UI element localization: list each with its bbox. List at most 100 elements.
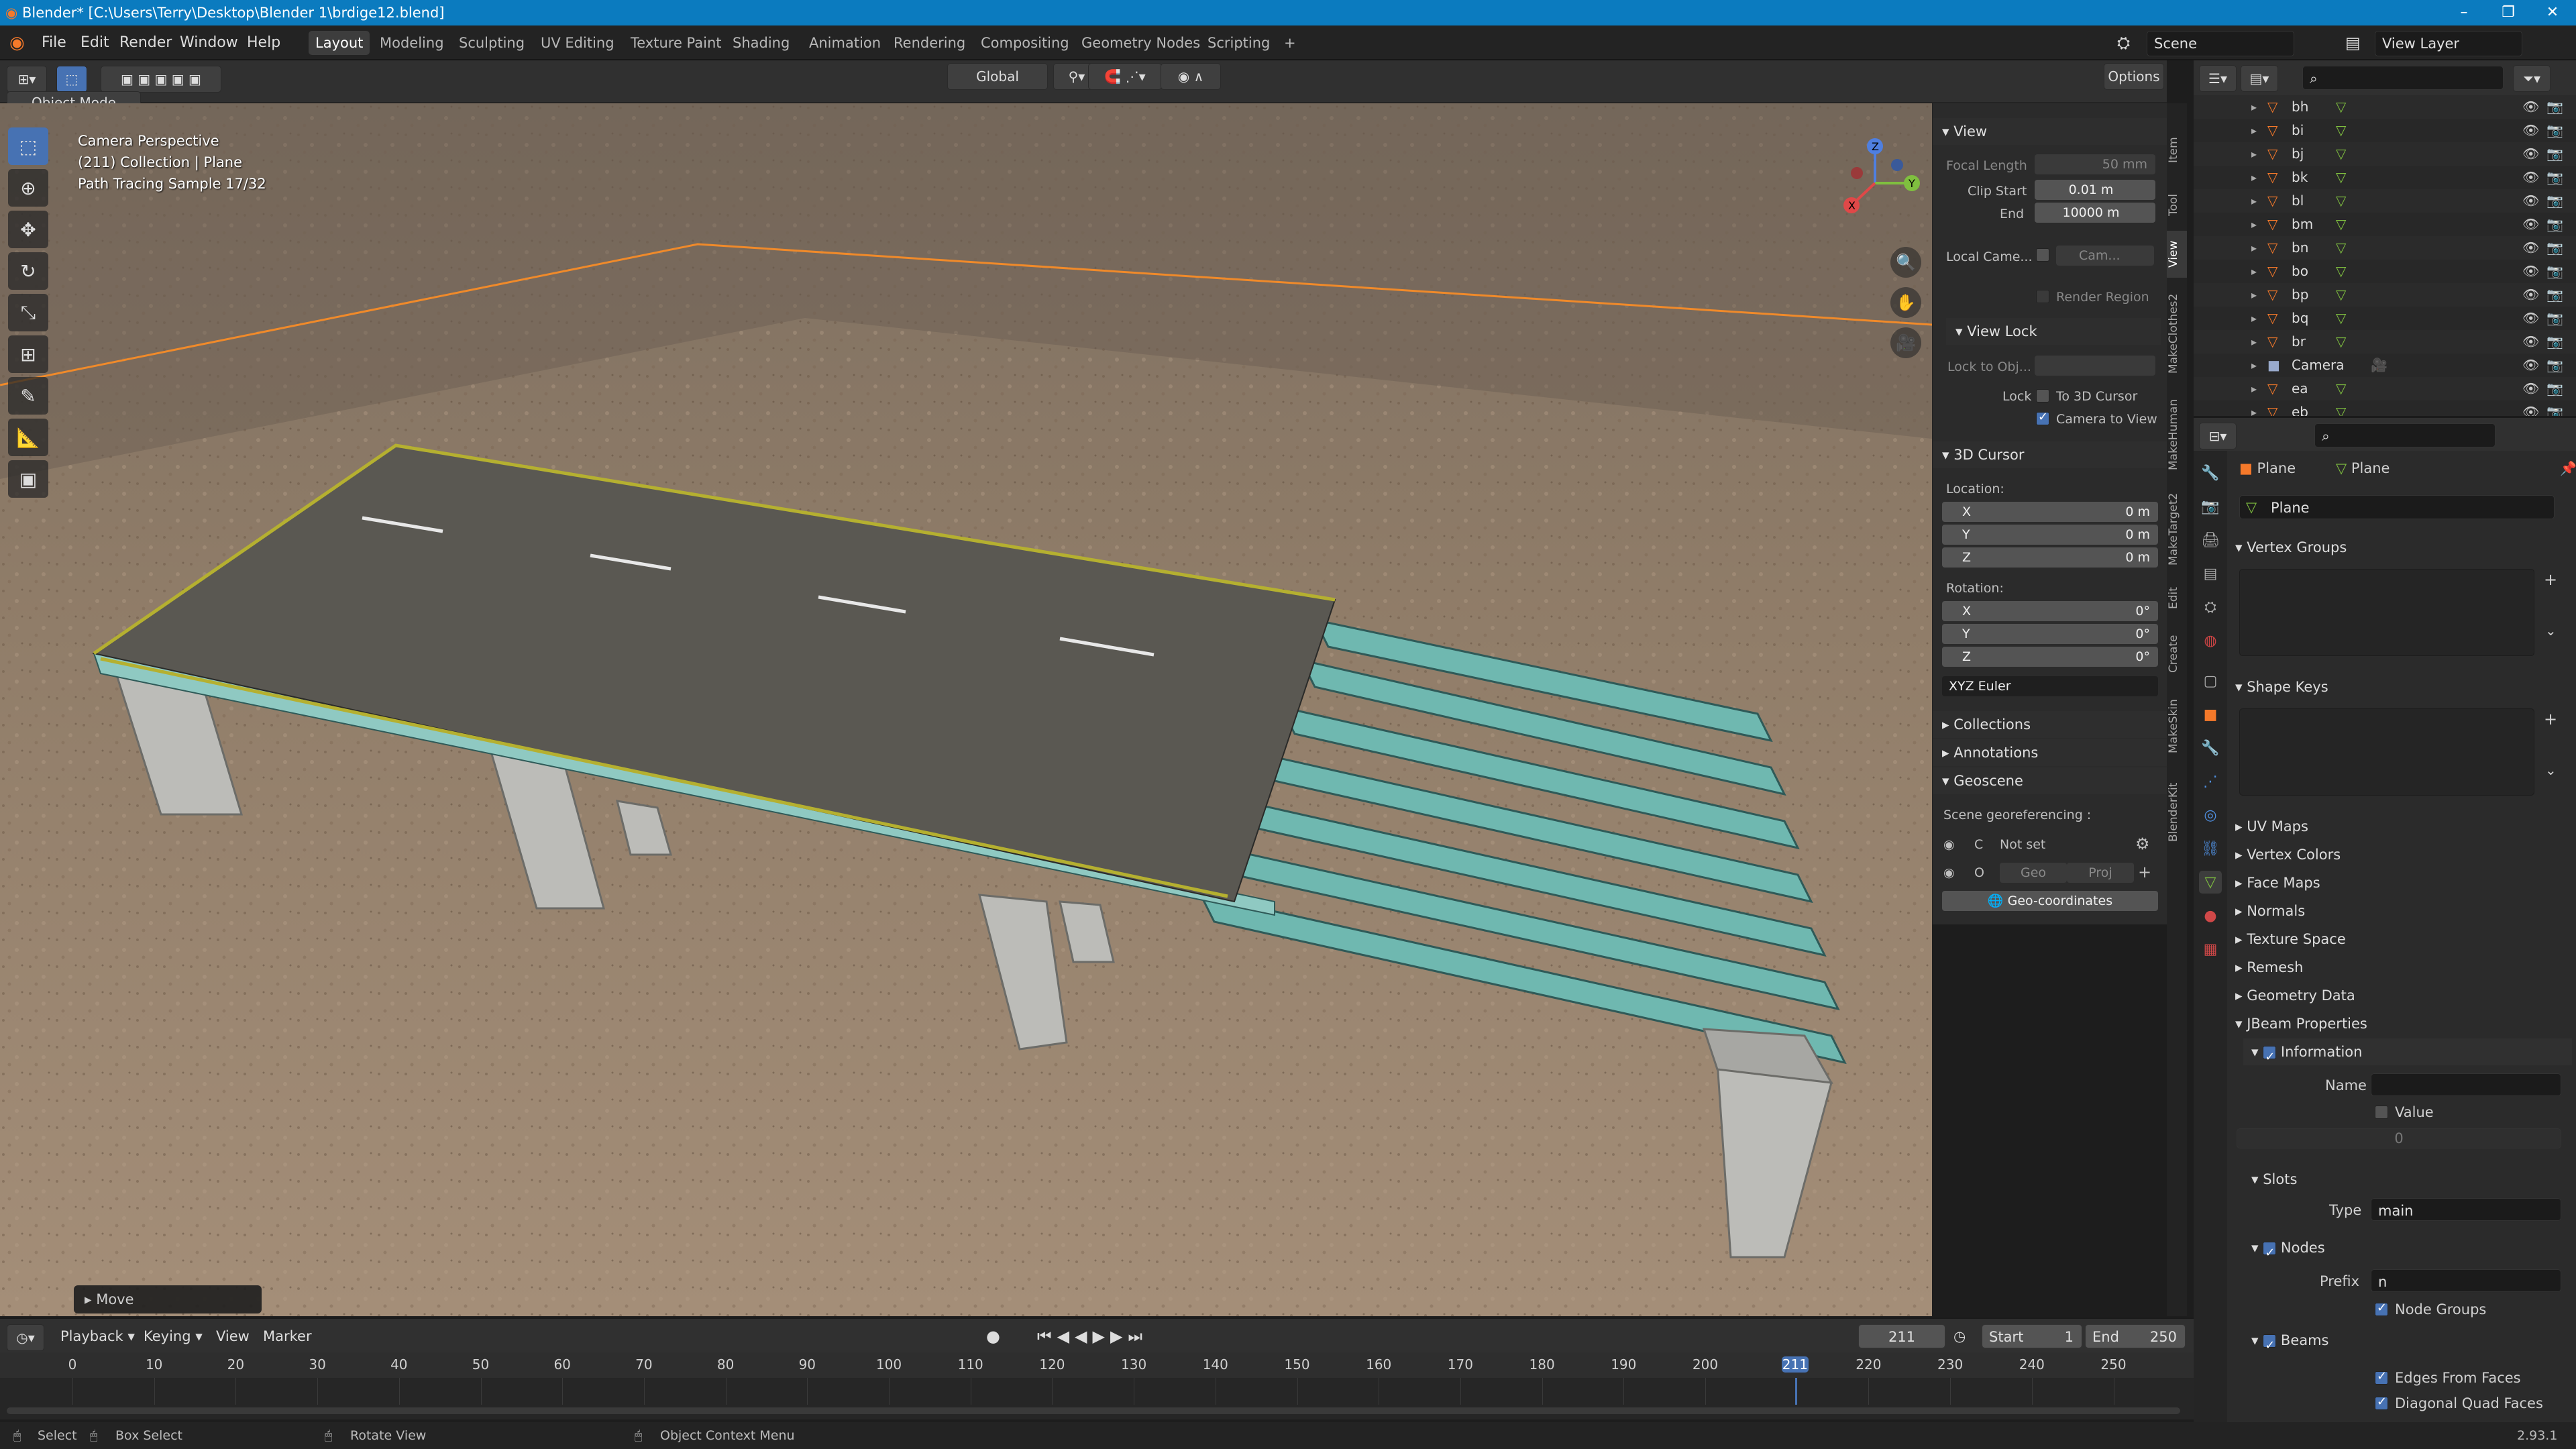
expand-arrow-icon[interactable]: ▸ bbox=[2251, 260, 2257, 283]
expand-arrow-icon[interactable]: ▸ bbox=[2251, 236, 2257, 260]
expand-arrow-icon[interactable]: ▸ bbox=[2251, 189, 2257, 213]
end-frame-field[interactable]: End 250 bbox=[2085, 1324, 2186, 1348]
tab-view[interactable]: View bbox=[2167, 231, 2187, 278]
tab-item[interactable]: Item bbox=[2167, 123, 2187, 177]
menu-file[interactable]: File bbox=[42, 25, 66, 60]
cursor-rotation-z[interactable]: Z 0° bbox=[1942, 647, 2158, 667]
tab-compositing[interactable]: Compositing bbox=[974, 31, 1076, 55]
timeline-ruler[interactable]: 0 10 20 30 40 50 60 70 80 90 100 110 120 130 140 150 160… bbox=[0, 1352, 2194, 1419]
normals-header[interactable]: ▸ Normals bbox=[2227, 898, 2576, 924]
preview-range-icon[interactable]: ◷ bbox=[1953, 1319, 1966, 1356]
expand-arrow-icon[interactable]: ▸ bbox=[2251, 377, 2257, 400]
expand-arrow-icon[interactable]: ▸ bbox=[2251, 166, 2257, 189]
proportional-icon[interactable]: ◉ ∧ bbox=[1161, 63, 1221, 90]
navigation-gizmo[interactable]: Z Y X bbox=[1825, 133, 1925, 233]
rotate-icon[interactable]: ↻ bbox=[8, 252, 48, 290]
visibility-eye-icon[interactable]: 👁 bbox=[2522, 354, 2539, 377]
crs-radio-icon[interactable]: ◉ bbox=[1943, 837, 1955, 852]
visibility-eye-icon[interactable]: 👁 bbox=[2522, 330, 2539, 354]
render-camera-icon[interactable]: 📷 bbox=[2546, 166, 2563, 189]
select-box-icon[interactable]: ⬚ bbox=[8, 127, 48, 165]
zoom-icon[interactable]: 🔍 bbox=[1890, 247, 1921, 278]
add-vertex-group-icon[interactable]: + bbox=[2544, 570, 2557, 589]
outliner-row[interactable]: ▸ ▽ bn ▽ 👁 📷 bbox=[2194, 236, 2576, 260]
mesh-breadcrumb[interactable]: ▽ Plane bbox=[2336, 460, 2390, 476]
vertex-groups-list[interactable] bbox=[2239, 569, 2534, 656]
measure-icon[interactable]: 📐 bbox=[8, 419, 48, 456]
expand-arrow-icon[interactable]: ▸ bbox=[2251, 307, 2257, 330]
render-camera-icon[interactable]: 📷 bbox=[2546, 95, 2563, 119]
uv-maps-header[interactable]: ▸ UV Maps bbox=[2227, 813, 2576, 840]
menu-timeline-view[interactable]: View bbox=[216, 1319, 250, 1356]
visibility-eye-icon[interactable]: 👁 bbox=[2522, 189, 2539, 213]
menu-render[interactable]: Render bbox=[119, 25, 172, 60]
tab-makeclothes2[interactable]: MakeClothes2 bbox=[2167, 283, 2187, 384]
focal-length-field[interactable]: 50 mm bbox=[2035, 154, 2155, 174]
menu-window[interactable]: Window bbox=[180, 25, 238, 60]
rotation-mode-dropdown[interactable]: XYZ Euler bbox=[1942, 676, 2158, 696]
expand-arrow-icon[interactable]: ▸ bbox=[2251, 354, 2257, 377]
cursor-location-z[interactable]: Z0 m bbox=[1942, 547, 2158, 568]
shape-key-menu-icon[interactable]: ⌄ bbox=[2545, 762, 2557, 778]
3d-viewport[interactable]: Camera Perspective (211) Collection | Pl… bbox=[0, 103, 1932, 1316]
render-properties-icon[interactable]: 📷 bbox=[2199, 495, 2222, 518]
visibility-eye-icon[interactable]: 👁 bbox=[2522, 95, 2539, 119]
last-operator-panel[interactable]: ▸ Move bbox=[74, 1285, 262, 1313]
geometry-data-header[interactable]: ▸ Geometry Data bbox=[2227, 982, 2576, 1009]
expand-arrow-icon[interactable]: ▸ bbox=[2251, 283, 2257, 307]
camera-to-view-checkbox[interactable] bbox=[2036, 410, 2049, 425]
view-section-header[interactable]: ▾ View bbox=[1933, 118, 2167, 145]
camera-view-icon[interactable]: 🎥 bbox=[1890, 327, 1921, 358]
visibility-eye-icon[interactable]: 👁 bbox=[2522, 236, 2539, 260]
diagonal-quad-faces-checkbox[interactable] bbox=[2375, 1395, 2388, 1410]
expand-arrow-icon[interactable]: ▸ bbox=[2251, 119, 2257, 142]
tab-geometry-nodes[interactable]: Geometry Nodes bbox=[1075, 31, 1207, 55]
outliner-row[interactable]: ▸ ▽ bp ▽ 👁 📷 bbox=[2194, 283, 2576, 307]
object-properties-icon[interactable]: ■ bbox=[2199, 703, 2222, 726]
render-camera-icon[interactable]: 📷 bbox=[2546, 119, 2563, 142]
visibility-eye-icon[interactable]: 👁 bbox=[2522, 260, 2539, 283]
render-camera-icon[interactable]: 📷 bbox=[2546, 189, 2563, 213]
outliner-row[interactable]: ▸ ▽ bo ▽ 👁 📷 bbox=[2194, 260, 2576, 283]
vertex-groups-header[interactable]: ▾ Vertex Groups bbox=[2227, 534, 2576, 561]
slot-type-input[interactable]: main bbox=[2371, 1198, 2561, 1221]
render-camera-icon[interactable]: 📷 bbox=[2546, 330, 2563, 354]
geoscene-section-header[interactable]: ▾ Geoscene bbox=[1933, 767, 2167, 794]
menu-help[interactable]: Help bbox=[247, 25, 280, 60]
proj-field[interactable]: Proj bbox=[2067, 863, 2134, 883]
local-camera-field[interactable]: Cam... bbox=[2056, 246, 2154, 266]
collection-properties-icon[interactable]: ▢ bbox=[2199, 669, 2222, 692]
visibility-eye-icon[interactable]: 👁 bbox=[2522, 119, 2539, 142]
value-checkbox[interactable] bbox=[2375, 1106, 2388, 1119]
visibility-eye-icon[interactable]: 👁 bbox=[2522, 307, 2539, 330]
settings-gear-icon[interactable]: ⚙ bbox=[2135, 835, 2150, 853]
tab-uv-editing[interactable]: UV Editing bbox=[534, 31, 621, 55]
vertex-group-menu-icon[interactable]: ⌄ bbox=[2545, 623, 2557, 639]
origin-radio-icon[interactable]: ◉ bbox=[1943, 865, 1955, 880]
render-camera-icon[interactable]: 📷 bbox=[2546, 283, 2563, 307]
node-groups-checkbox[interactable] bbox=[2375, 1301, 2388, 1316]
cursor-icon[interactable]: ⊕ bbox=[8, 169, 48, 207]
tab-shading[interactable]: Shading bbox=[726, 31, 796, 55]
playback-controls-icon[interactable]: ⏮◀◀▶▶⏭ bbox=[1037, 1319, 1148, 1356]
particles-properties-icon[interactable]: ⋰ bbox=[2199, 770, 2222, 793]
view-layer-selector[interactable]: View Layer bbox=[2375, 31, 2522, 56]
close-icon[interactable]: ✕ bbox=[2530, 0, 2575, 25]
remesh-header[interactable]: ▸ Remesh bbox=[2227, 954, 2576, 981]
menu-playback[interactable]: Playback ▾ bbox=[60, 1319, 135, 1356]
jbeam-properties-header[interactable]: ▾ JBeam Properties bbox=[2227, 1010, 2576, 1037]
menu-edit[interactable]: Edit bbox=[80, 25, 109, 60]
visibility-eye-icon[interactable]: 👁 bbox=[2522, 213, 2539, 236]
add-origin-icon[interactable]: + bbox=[2138, 863, 2151, 881]
transform-icon[interactable]: ⊞ bbox=[8, 335, 48, 373]
slots-subpanel-header[interactable]: ▾ Slots bbox=[2243, 1166, 2572, 1193]
mesh-name-field[interactable]: Plane bbox=[2239, 495, 2555, 519]
tab-scripting[interactable]: Scripting bbox=[1201, 31, 1277, 55]
outliner-row[interactable]: ▸ ▽ br ▽ 👁 📷 bbox=[2194, 330, 2576, 354]
tab-edit[interactable]: Edit bbox=[2167, 578, 2187, 619]
tab-layout[interactable]: Layout bbox=[309, 31, 370, 55]
tab-rendering[interactable]: Rendering bbox=[887, 31, 972, 55]
cursor-location-y[interactable]: Y0 m bbox=[1942, 525, 2158, 545]
pan-hand-icon[interactable]: ✋ bbox=[1890, 287, 1921, 318]
annotate-icon[interactable]: ✎ bbox=[8, 377, 48, 415]
